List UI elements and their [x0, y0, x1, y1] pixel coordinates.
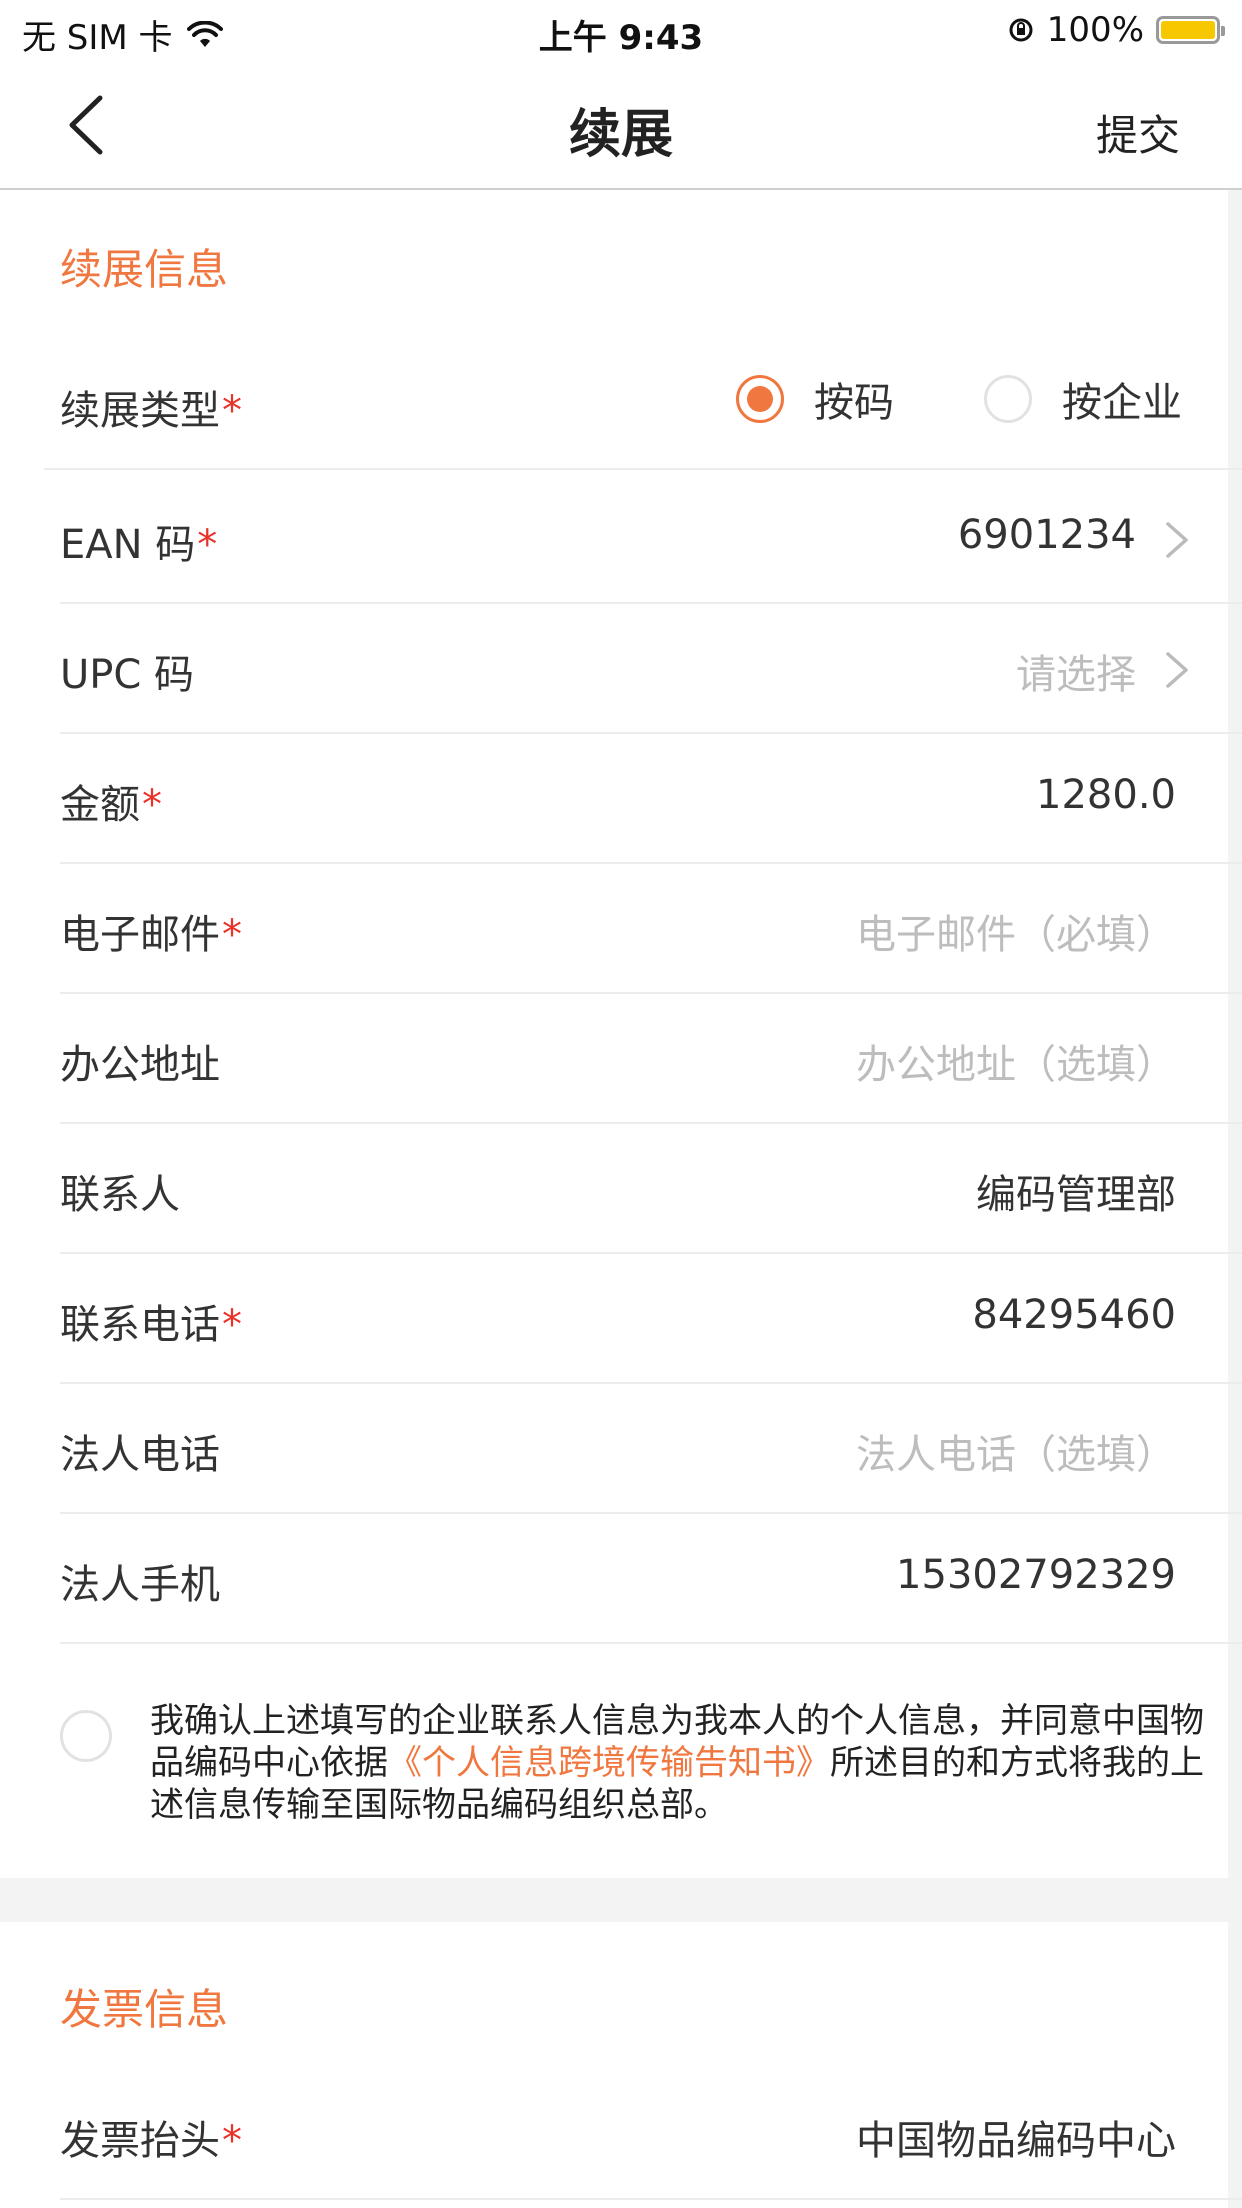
ean-value: 6901234	[957, 512, 1136, 558]
invoice-title-row[interactable]: 发票抬头* 中国物品编码中心	[60, 2070, 1242, 2200]
consent-checkbox[interactable]	[60, 1710, 112, 1762]
upc-select[interactable]: 请选择	[1016, 642, 1136, 700]
page-title: 续展	[568, 105, 673, 165]
chevron-right-icon	[1166, 522, 1188, 558]
ean-row[interactable]: EAN 码* 6901234	[60, 474, 1242, 604]
submit-button[interactable]: 提交	[1096, 102, 1180, 163]
invoice-title-label: 发票抬头*	[60, 2118, 242, 2164]
phone-row[interactable]: 联系电话* 84295460	[60, 1254, 1242, 1384]
status-bar: 无 SIM 卡 上午 9:43 100%	[0, 0, 1242, 64]
upc-label: UPC 码	[60, 652, 195, 698]
amount-value: 1280.0	[1036, 772, 1176, 818]
battery-fill	[1161, 21, 1215, 39]
renewal-type-label: 续展类型*	[60, 388, 242, 434]
address-input[interactable]: 办公地址（选填）	[856, 1032, 1176, 1090]
radio-by-code-label: 按码	[814, 380, 894, 426]
radio-by-enterprise[interactable]: 按企业	[984, 370, 1182, 428]
invoice-section-title: 发票信息	[60, 1985, 229, 2034]
renewal-section-title: 续展信息	[60, 245, 229, 294]
email-input[interactable]: 电子邮件（必填）	[856, 902, 1176, 960]
legal-phone-input[interactable]: 法人电话（选填）	[856, 1422, 1176, 1480]
address-label: 办公地址	[60, 1042, 220, 1088]
legal-phone-label: 法人电话	[60, 1432, 220, 1478]
amount-row: 金额* 1280.0	[60, 734, 1242, 864]
status-right: 100%	[1007, 10, 1225, 50]
contact-row[interactable]: 联系人 编码管理部	[60, 1124, 1242, 1254]
legal-mobile-input[interactable]: 15302792329	[896, 1552, 1176, 1598]
address-row[interactable]: 办公地址 办公地址（选填）	[60, 994, 1242, 1124]
battery-percent: 100%	[1046, 10, 1144, 50]
legal-phone-row[interactable]: 法人电话 法人电话（选填）	[60, 1384, 1242, 1514]
radio-by-code-indicator[interactable]	[736, 375, 784, 423]
radio-by-enterprise-label: 按企业	[1062, 380, 1182, 426]
nav-bar: 续展 提交	[0, 64, 1242, 190]
renewal-type-radio-group: 按码 按企业	[646, 370, 1182, 428]
battery-icon	[1156, 16, 1225, 44]
radio-by-enterprise-indicator[interactable]	[984, 375, 1032, 423]
section-divider	[0, 1878, 1242, 1922]
upc-row[interactable]: UPC 码 请选择	[60, 604, 1242, 734]
amount-label: 金额*	[60, 782, 162, 828]
phone-input[interactable]: 84295460	[972, 1292, 1176, 1338]
legal-mobile-label: 法人手机	[60, 1562, 220, 1608]
orientation-lock-icon	[1009, 18, 1033, 42]
legal-mobile-row[interactable]: 法人手机 15302792329	[60, 1514, 1242, 1644]
renewal-type-row: 续展类型* 按码 按企业	[44, 340, 1242, 470]
contact-input[interactable]: 编码管理部	[976, 1162, 1176, 1220]
privacy-notice-link[interactable]: 《个人信息跨境传输告知书》	[388, 1743, 830, 1783]
contact-label: 联系人	[60, 1172, 180, 1218]
phone-label: 联系电话*	[60, 1302, 242, 1348]
invoice-title-input[interactable]: 中国物品编码中心	[856, 2108, 1176, 2166]
email-row[interactable]: 电子邮件* 电子邮件（必填）	[60, 864, 1242, 994]
email-label: 电子邮件*	[60, 912, 242, 958]
ean-label: EAN 码*	[60, 522, 218, 568]
chevron-right-icon	[1166, 652, 1188, 688]
consent-text: 我确认上述填写的企业联系人信息为我本人的个人信息，并同意中国物品编码中心依据《个…	[150, 1701, 1204, 1825]
radio-by-code[interactable]: 按码	[736, 370, 894, 428]
